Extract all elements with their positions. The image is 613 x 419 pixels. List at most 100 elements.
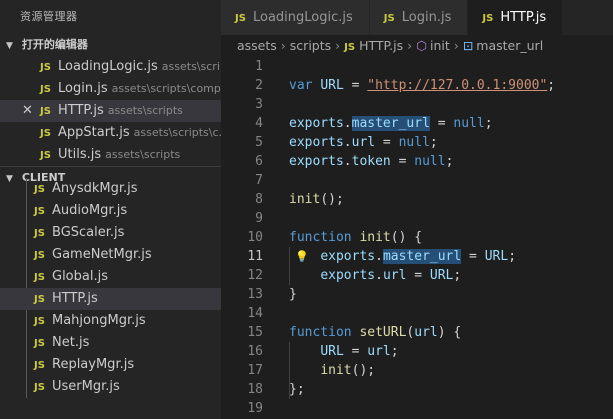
line-number: 5 [255,135,263,150]
code-text: exports.master_url = null; [289,114,493,133]
code-token: ; [508,249,517,264]
breadcrumb: assets › scripts › JS HTTP.js › ⬡ init › ⊡ master_u… [221,35,613,57]
code-token: . [375,249,383,264]
file-tree-item[interactable]: JS Net.js [0,332,221,354]
close-icon[interactable]: ✕ [22,100,33,122]
line-number: 10 [247,230,263,245]
line-number: 6 [255,154,263,169]
tab-loadinglogic-js[interactable]: JS LoadingLogic.js [221,0,370,35]
open-editors-header[interactable]: ▼ 打开的编辑器 [0,34,221,56]
js-file-icon: JS [383,13,395,24]
open-editor-item[interactable]: JS AppStart.js assets\scripts\c... [0,122,221,144]
breadcrumb-field[interactable]: master_url [476,38,543,53]
file-name: BGScaler.js [52,225,125,240]
code-token: } [289,287,297,302]
code-token: exports [289,116,344,131]
line-number: 8 [255,192,263,207]
breadcrumb-scripts[interactable]: scripts [290,38,331,53]
code-editor[interactable]: 1 2 var URL = "http://127.0.0.1:9000"; 3 4 ex… [221,57,613,418]
breadcrumb-file[interactable]: HTTP.js [359,38,403,53]
line-number: 15 [247,325,263,340]
file-path: assets\scripts\c... [133,126,221,139]
file-tree-item[interactable]: JS UserMgr.js [0,376,221,398]
line-number: 7 [255,173,263,188]
code-token: () { [390,230,423,245]
js-file-icon: JS [482,13,494,24]
code-token: ; [445,154,454,169]
code-token: ; [453,268,462,283]
file-tree-item[interactable]: JS BGScaler.js [0,222,221,244]
lightbulb-icon[interactable]: 💡 [295,247,309,266]
open-editor-item[interactable]: JS LoadingLogic.jsassets\scri... [0,56,221,78]
file-name: Login.js [58,81,108,96]
code-line: 4 exports.master_url = null; [221,114,613,133]
open-editor-item[interactable]: JS Utils.js assets\scripts [0,144,221,166]
code-token: = [429,116,454,131]
code-line: 2 var URL = "http://127.0.0.1:9000"; [221,76,613,95]
code-token: url [414,325,438,340]
file-tree-item[interactable]: JS HTTP.js [0,288,221,310]
code-text: init(); [289,190,344,209]
code-token: = [390,154,415,169]
chevron-right-icon: › [335,38,341,53]
file-tree-item[interactable]: JS Global.js [0,266,221,288]
code-token: ; [484,116,493,131]
code-text: function init() { [289,228,422,247]
code-token: = [406,268,430,283]
file-tree-item[interactable]: JS AudioMgr.js [0,200,221,222]
code-text: exports.url = URL; [289,266,461,285]
code-token: null [398,135,430,150]
code-token: URL [429,268,454,283]
code-token: = [461,249,485,264]
js-file-icon: JS [34,294,45,305]
code-token: URL [320,344,344,359]
code-token: master_url [351,116,430,131]
code-line: 18}; [221,380,613,399]
chevron-right-icon: › [453,38,459,53]
code-token: setURL [359,325,407,340]
line-number: 4 [255,116,263,131]
tab-http-js[interactable]: JS HTTP.js [468,0,564,35]
line-number: 19 [247,401,263,416]
code-token: token [351,154,391,169]
line-number: 18 [247,382,263,397]
js-file-icon: JS [34,382,45,393]
chevron-right-icon: › [280,38,286,53]
tab-login-js[interactable]: JS Login.js [369,0,469,35]
file-tree-item[interactable]: JS MahjongMgr.js [0,310,221,332]
breadcrumb-assets[interactable]: assets [237,38,277,53]
code-token: . [343,116,352,131]
file-path: assets\scripts\comp... [111,82,221,95]
file-tree-item[interactable]: JS ReplayMgr.js [0,354,221,376]
code-token: ) { [437,325,462,340]
code-token: ; [429,135,438,150]
open-editor-item[interactable]: ✕ JS HTTP.js assets\scripts [0,100,221,122]
file-name: HTTP.js [58,103,104,118]
file-name: ReplayMgr.js [52,357,135,372]
file-tree-item[interactable]: JS GameNetMgr.js [0,244,221,266]
code-line: 5 exports.url = null; [221,133,613,152]
open-editors-label: 打开的编辑器 [21,38,88,51]
file-name: AudioMgr.js [52,203,128,218]
code-token: exports [320,249,376,264]
file-tree-item[interactable]: JS AnysdkMgr.js [0,178,221,200]
js-file-icon: JS [34,272,45,283]
breadcrumb-function[interactable]: init [430,38,450,53]
file-path: assets\scri... [161,60,221,73]
open-editor-item[interactable]: JS Login.js assets\scripts\comp... [0,78,221,100]
code-line: 10 function init() { [221,228,613,247]
indent-guide [289,247,290,285]
chevron-down-icon: ▼ [6,41,13,51]
file-name: Utils.js [58,147,102,162]
code-line: 12 exports.url = URL; [221,266,613,285]
file-name: Global.js [52,269,108,284]
code-line: 15 function setURL(url) { [221,323,613,342]
file-path: assets\scripts [105,148,181,161]
code-token: exports [289,154,344,169]
code-text: URL = url; [289,342,398,361]
code-text: init(); [289,361,375,380]
line-number: 9 [255,211,263,226]
file-name: AnysdkMgr.js [52,181,138,196]
